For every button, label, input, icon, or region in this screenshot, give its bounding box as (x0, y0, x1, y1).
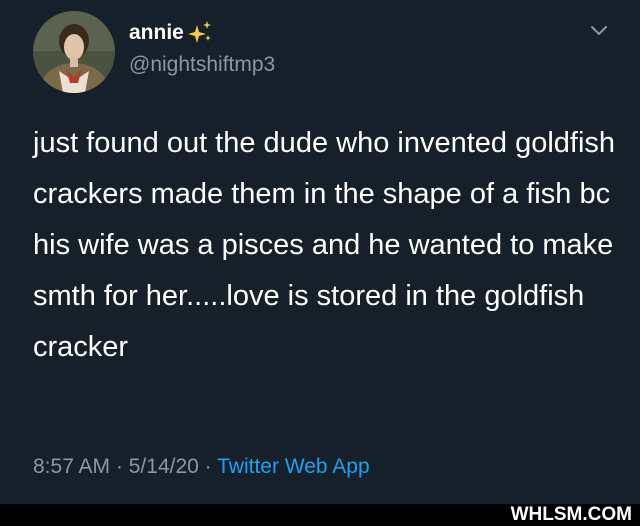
sparkles-icon (187, 21, 213, 45)
tweet-date[interactable]: 5/14/20 (129, 455, 199, 478)
tweet-time[interactable]: 8:57 AM (33, 455, 110, 478)
meta-separator: · (204, 455, 212, 478)
tweet-source-link[interactable]: Twitter Web App (217, 455, 370, 478)
watermark-bar: WHLSM.COM (0, 504, 640, 526)
avatar[interactable] (33, 11, 115, 93)
tweet-meta: 8:57 AM · 5/14/20 · Twitter Web App (33, 455, 370, 479)
meta-separator: · (115, 455, 123, 478)
tweet-text: just found out the dude who invented gol… (33, 127, 624, 363)
display-name[interactable]: annie (129, 21, 213, 45)
chevron-down-icon[interactable] (590, 24, 608, 36)
user-handle[interactable]: @nightshiftmp3 (129, 53, 275, 77)
display-name-text: annie (129, 21, 184, 44)
avatar-image (33, 11, 115, 93)
watermark: WHLSM.COM (510, 504, 632, 525)
